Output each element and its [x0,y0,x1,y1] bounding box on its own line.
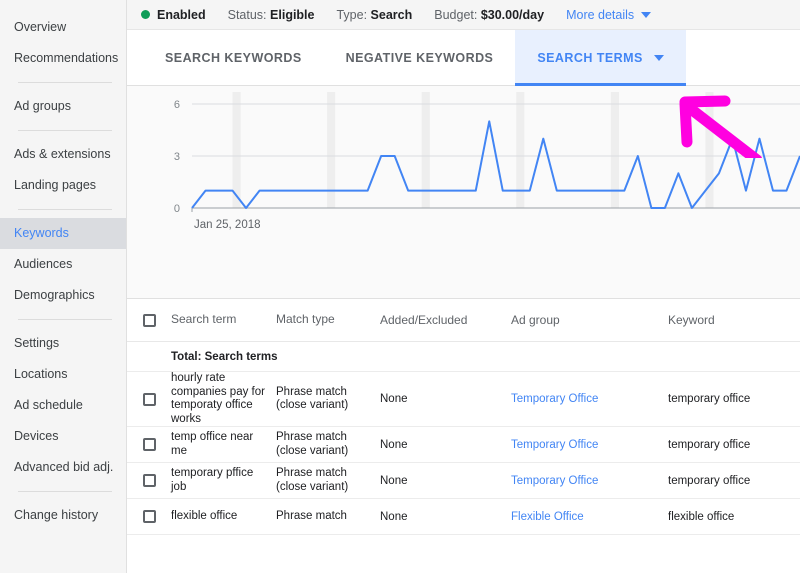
table-total-row: Total: Search terms [127,342,800,372]
cell-keyword: temporary office [668,438,751,451]
table-row[interactable]: hourly rate companies pay for temporaty … [127,372,800,427]
sidebar-item-advanced-bid-adj[interactable]: Advanced bid adj. [0,452,126,483]
cell-match-type: Phrase match [276,509,347,522]
tab-search-terms[interactable]: SEARCH TERMS [515,30,687,86]
google-ads-page: Overview Recommendations Ad groups Ads & ex… [0,0,800,573]
select-all-cell [127,313,171,327]
tab-chevron-down-icon[interactable] [653,54,664,61]
tab-label: SEARCH KEYWORDS [165,50,302,65]
cell-ad-group-link[interactable]: Temporary Office [511,439,668,451]
campaign-status-bar: Enabled Status: Eligible Type: Search Bu… [127,0,800,30]
table-header-row: Search term Match type Added/Excluded Ad… [127,299,800,342]
tab-search-keywords[interactable]: SEARCH KEYWORDS [143,30,324,85]
table-body: hourly rate companies pay for temporaty … [127,372,800,535]
sidebar-divider [18,130,112,131]
chevron-down-icon [641,11,652,18]
type-field: Type: Search [336,8,412,22]
row-checkbox[interactable] [142,510,156,523]
performance-chart-panel: 0 3 6 Jan 25, 2018 [127,86,800,299]
column-header-match-type[interactable]: Match type [276,313,380,327]
column-header-search-term[interactable]: Search term [171,313,276,327]
cell-ad-group-link[interactable]: Flexible Office [511,511,668,523]
cell-added-excluded: None [380,393,408,405]
tab-negative-keywords[interactable]: NEGATIVE KEYWORDS [324,30,516,85]
budget-field-value: $30.00/day [480,7,545,22]
chart-y-tick-label: 6 [174,99,180,111]
chart-y-tick-label: 0 [174,203,180,215]
type-field-value: Search [370,7,413,22]
search-terms-table: Search term Match type Added/Excluded Ad… [127,299,800,535]
sidebar-divider [18,82,112,83]
sidebar-item-ads-extensions[interactable]: Ads & extensions [0,139,126,170]
table-row[interactable]: temporary pffice job Phrase match (close … [127,463,800,499]
status-dot-icon [141,10,150,19]
column-header-keyword[interactable]: Keyword [668,313,800,327]
select-all-checkbox[interactable] [142,313,156,327]
row-select-cell [127,510,171,523]
sidebar-item-ad-groups[interactable]: Ad groups [0,91,126,122]
sidebar-divider [18,319,112,320]
cell-ad-group-link[interactable]: Temporary Office [511,393,668,405]
row-select-cell [127,438,171,451]
table-row[interactable]: temp office near me Phrase match (close v… [127,427,800,463]
chart-x-tick-label: Jan 25, 2018 [194,219,261,231]
sidebar-item-ad-schedule[interactable]: Ad schedule [0,390,126,421]
sidebar-item-demographics[interactable]: Demographics [0,280,126,311]
cell-keyword: temporary office [668,474,751,487]
main-content: Enabled Status: Eligible Type: Search Bu… [127,0,800,573]
sidebar-item-change-history[interactable]: Change history [0,500,126,531]
status-field-label: Status: [227,7,267,22]
row-select-cell [127,392,171,406]
cell-search-term: temporary pffice job [171,467,254,493]
cell-search-term: flexible office [171,509,238,522]
row-checkbox[interactable] [142,438,156,451]
cell-added-excluded: None [380,474,408,487]
cell-match-type: Phrase match (close variant) [276,431,349,457]
sidebar-item-locations[interactable]: Locations [0,359,126,390]
sidebar-navigation: Overview Recommendations Ad groups Ads & ex… [0,0,127,573]
chart-weekend-band [232,92,241,208]
sidebar-divider [18,209,112,210]
type-field-label: Type: [336,7,368,22]
chart-y-tick-label: 3 [174,151,180,163]
tab-label: NEGATIVE KEYWORDS [345,50,494,65]
sidebar-item-settings[interactable]: Settings [0,328,126,359]
status-field-value: Eligible [270,7,315,22]
cell-search-term: temp office near me [171,431,254,457]
column-header-added-excluded[interactable]: Added/Excluded [380,313,511,327]
cell-keyword: temporary office [668,393,751,405]
row-checkbox[interactable] [142,474,156,487]
budget-field: Budget: $30.00/day [434,8,544,22]
budget-field-label: Budget: [434,7,478,22]
cell-ad-group-link[interactable]: Temporary Office [511,475,668,487]
cell-keyword: flexible office [668,510,735,523]
cell-added-excluded: None [380,438,408,451]
sidebar-item-audiences[interactable]: Audiences [0,249,126,280]
cell-match-type: Phrase match (close variant) [276,385,349,412]
sidebar-item-keywords[interactable]: Keywords [0,218,126,249]
cell-search-term: hourly rate companies pay for temporaty … [171,372,265,425]
column-header-ad-group[interactable]: Ad group [511,313,668,327]
sidebar-item-devices[interactable]: Devices [0,421,126,452]
cell-added-excluded: None [380,510,408,523]
sidebar-item-landing-pages[interactable]: Landing pages [0,170,126,201]
row-select-cell [127,474,171,487]
sidebar-item-overview[interactable]: Overview [0,12,126,43]
clicks-line-chart: 0 3 6 Jan 25, 2018 [174,92,800,231]
row-checkbox[interactable] [142,392,156,406]
more-details-label: More details [566,7,635,22]
sidebar-divider [18,491,112,492]
tab-bar: SEARCH KEYWORDS NEGATIVE KEYWORDS SEARCH T… [127,30,800,86]
total-row-label: Total: Search terms [171,350,278,363]
table-row[interactable]: flexible office Phrase match None Flexible … [127,499,800,535]
cell-match-type: Phrase match (close variant) [276,467,349,493]
status-field: Status: Eligible [228,8,315,22]
more-details-button[interactable]: More details [566,7,652,22]
sidebar-item-recommendations[interactable]: Recommendations [0,43,126,74]
tab-label: SEARCH TERMS [537,50,643,65]
campaign-state-label: Enabled [157,7,206,22]
